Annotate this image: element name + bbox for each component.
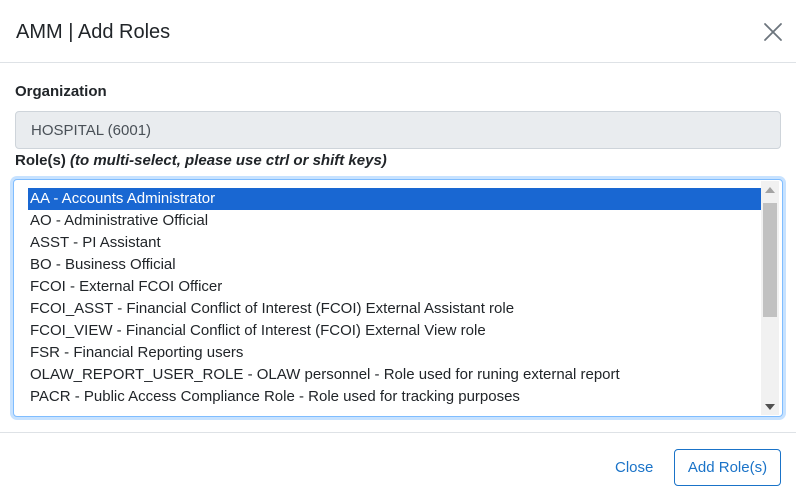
roles-options: AA - Accounts Administrator AO - Administ… [28, 188, 762, 408]
roles-multiselect[interactable]: AA - Accounts Administrator AO - Administ… [13, 179, 783, 417]
role-option[interactable]: FCOI_VIEW - Financial Conflict of Intere… [28, 320, 762, 342]
dialog-header: AMM | Add Roles [0, 0, 796, 63]
role-option[interactable]: AA - Accounts Administrator [28, 188, 762, 210]
role-option[interactable]: ASST - PI Assistant [28, 232, 762, 254]
roles-label-text: Role(s) [15, 152, 66, 169]
scroll-down-button[interactable] [761, 398, 779, 415]
scroll-up-arrow-icon [765, 186, 775, 193]
close-link-button[interactable]: Close [603, 450, 665, 486]
scroll-down-arrow-icon [765, 403, 775, 410]
role-option[interactable]: FCOI - External FCOI Officer [28, 276, 762, 298]
add-roles-button[interactable]: Add Role(s) [674, 449, 781, 486]
add-roles-dialog: AMM | Add Roles Organization Role(s) (to… [0, 0, 796, 502]
role-option[interactable]: AO - Administrative Official [28, 210, 762, 232]
dialog-title: AMM | Add Roles [16, 21, 171, 43]
role-option[interactable]: BO - Business Official [28, 254, 762, 276]
roles-hint: (to multi-select, please use ctrl or shi… [70, 152, 387, 169]
close-button[interactable] [758, 17, 788, 47]
scroll-thumb[interactable] [763, 203, 777, 317]
role-option[interactable]: FCOI_ASST - Financial Conflict of Intere… [28, 298, 762, 320]
organization-field[interactable] [15, 111, 781, 149]
role-option[interactable]: PACR - Public Access Compliance Role - R… [28, 386, 762, 408]
roles-scrollbar[interactable] [761, 181, 779, 415]
dialog-footer: Close Add Role(s) [0, 432, 796, 502]
roles-label: Role(s) (to multi-select, please use ctr… [15, 151, 387, 171]
scroll-up-button[interactable] [761, 181, 779, 198]
organization-label: Organization [15, 83, 107, 100]
role-option[interactable]: FSR - Financial Reporting users [28, 342, 762, 364]
close-icon [764, 23, 782, 41]
role-option[interactable]: OLAW_REPORT_USER_ROLE - OLAW personnel -… [28, 364, 762, 386]
